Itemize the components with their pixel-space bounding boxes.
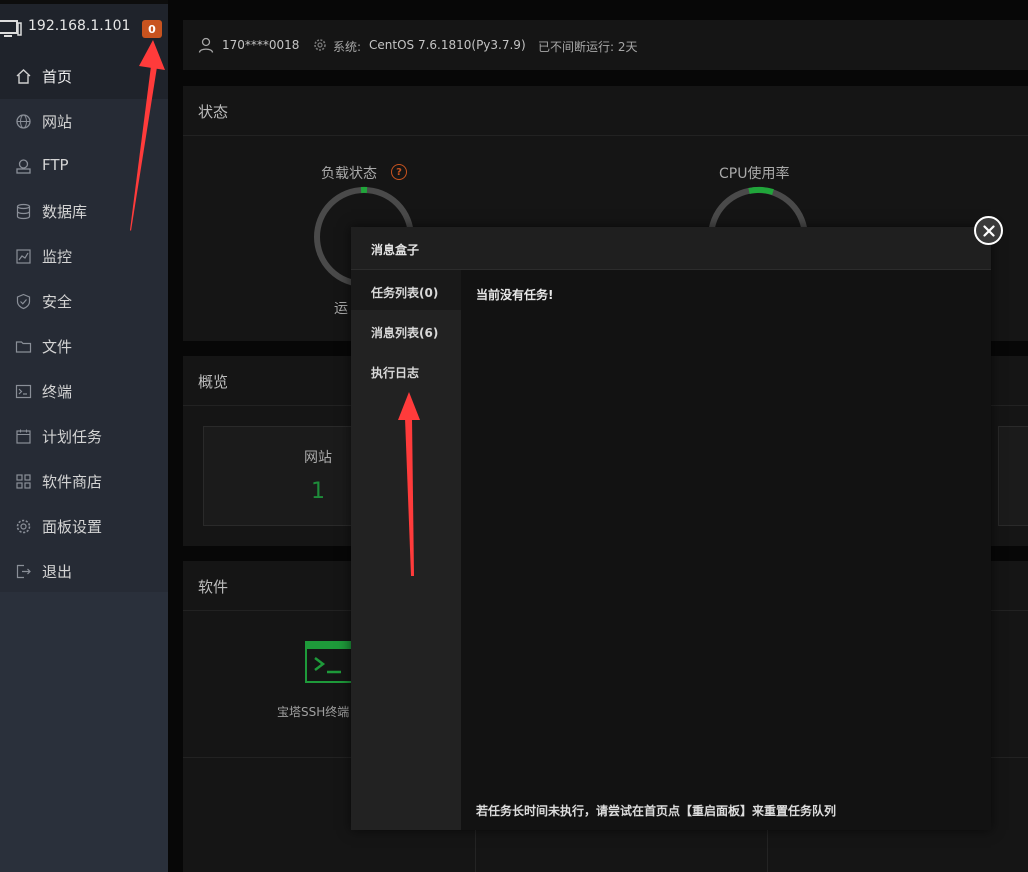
globe-icon	[16, 114, 31, 129]
shield-icon	[16, 293, 31, 310]
monitor-chart-icon	[16, 249, 31, 264]
task-queue-hint: 若任务长时间未执行，请尝试在首页点【重启面板】来重置任务队列	[476, 804, 837, 818]
sidebar-item-panel-settings[interactable]: 面板设置	[0, 504, 168, 549]
gear-icon	[314, 39, 326, 51]
site-count-label: 网站	[304, 450, 332, 466]
message-count-badge[interactable]: 0	[142, 20, 162, 38]
sidebar-item-label: 计划任务	[42, 428, 103, 446]
help-icon[interactable]: ?	[391, 164, 407, 180]
home-icon	[16, 69, 31, 84]
dialog-tab-list: 任务列表(0) 消息列表(6) 执行日志	[351, 270, 461, 830]
close-dialog-button[interactable]	[974, 216, 1003, 245]
message-box-dialog: 消息盒子 任务列表(0) 消息列表(6) 执行日志 当前没有任务! 若任务长时间…	[351, 227, 991, 830]
sidebar-item-label: 首页	[42, 68, 73, 86]
database-icon	[16, 203, 31, 220]
status-title: 状态	[183, 86, 1028, 136]
sidebar-item-label: 安全	[42, 293, 73, 311]
sidebar-item-files[interactable]: 文件	[0, 324, 168, 369]
sidebar: 192.168.1.101 0 首页 网站 FTP 数据库 监控 安全 文件 终…	[0, 0, 168, 872]
sidebar-item-app-store[interactable]: 软件商店	[0, 459, 168, 504]
ftp-icon	[16, 159, 31, 174]
sidebar-item-label: 数据库	[42, 203, 88, 221]
system-label: 系统:	[333, 40, 362, 54]
terminal-icon	[15, 384, 32, 399]
sidebar-item-label: 软件商店	[42, 473, 103, 491]
monitor-icon	[0, 20, 22, 37]
sidebar-item-logout[interactable]: 退出	[0, 549, 168, 594]
folder-icon	[15, 341, 32, 353]
server-host[interactable]: 192.168.1.101 0	[0, 4, 168, 54]
calendar-icon	[16, 429, 31, 444]
dialog-content: 当前没有任务! 若任务长时间未执行，请尝试在首页点【重启面板】来重置任务队列	[461, 270, 991, 830]
sidebar-item-label: 监控	[42, 248, 73, 266]
uptime-text: 已不间断运行: 2天	[538, 40, 638, 54]
sidebar-item-ftp[interactable]: FTP	[0, 144, 168, 189]
host-ip: 192.168.1.101	[28, 18, 131, 34]
user-account[interactable]: 170****0018	[222, 38, 299, 52]
sidebar-item-home[interactable]: 首页	[0, 54, 168, 99]
logout-icon	[16, 564, 31, 579]
sidebar-item-label: FTP	[42, 156, 69, 174]
sidebar-item-security[interactable]: 安全	[0, 279, 168, 324]
sidebar-item-label: 面板设置	[42, 518, 103, 536]
system-value: CentOS 7.6.1810(Py3.7.9)	[369, 38, 526, 52]
overview-card[interactable]	[998, 426, 1028, 526]
site-count-value[interactable]: 1	[311, 479, 325, 504]
sidebar-item-database[interactable]: 数据库	[0, 189, 168, 234]
sidebar-nav: 首页 网站 FTP 数据库 监控 安全 文件 终端 计划任务 软件商店 面板设置…	[0, 54, 168, 594]
close-icon	[982, 224, 995, 237]
cpu-usage-title: CPU使用率	[719, 166, 790, 182]
sidebar-item-label: 终端	[42, 383, 73, 401]
ssh-terminal-label[interactable]: 宝塔SSH终端	[277, 703, 349, 720]
gear-icon	[16, 519, 31, 534]
sidebar-item-terminal[interactable]: 终端	[0, 369, 168, 414]
empty-task-message: 当前没有任务!	[476, 288, 554, 302]
load-status-title: 负载状态	[321, 166, 377, 182]
tab-task-list[interactable]: 任务列表(0)	[351, 270, 461, 310]
user-icon	[198, 37, 214, 53]
sidebar-item-label: 网站	[42, 113, 73, 131]
sidebar-item-cron[interactable]: 计划任务	[0, 414, 168, 459]
running-status-text: 运	[334, 301, 348, 317]
sidebar-footer-area	[0, 592, 168, 872]
tab-message-list[interactable]: 消息列表(6)	[351, 310, 461, 350]
ssh-terminal-icon[interactable]	[305, 641, 353, 683]
sidebar-item-monitor[interactable]: 监控	[0, 234, 168, 279]
apps-icon	[16, 474, 31, 489]
dialog-title: 消息盒子	[351, 227, 991, 270]
sidebar-item-label: 文件	[42, 338, 73, 356]
sidebar-item-website[interactable]: 网站	[0, 99, 168, 144]
sidebar-item-label: 退出	[42, 563, 73, 581]
info-bar: 170****0018 系统: CentOS 7.6.1810(Py3.7.9)…	[183, 20, 1028, 70]
tab-execution-log[interactable]: 执行日志	[351, 350, 461, 390]
